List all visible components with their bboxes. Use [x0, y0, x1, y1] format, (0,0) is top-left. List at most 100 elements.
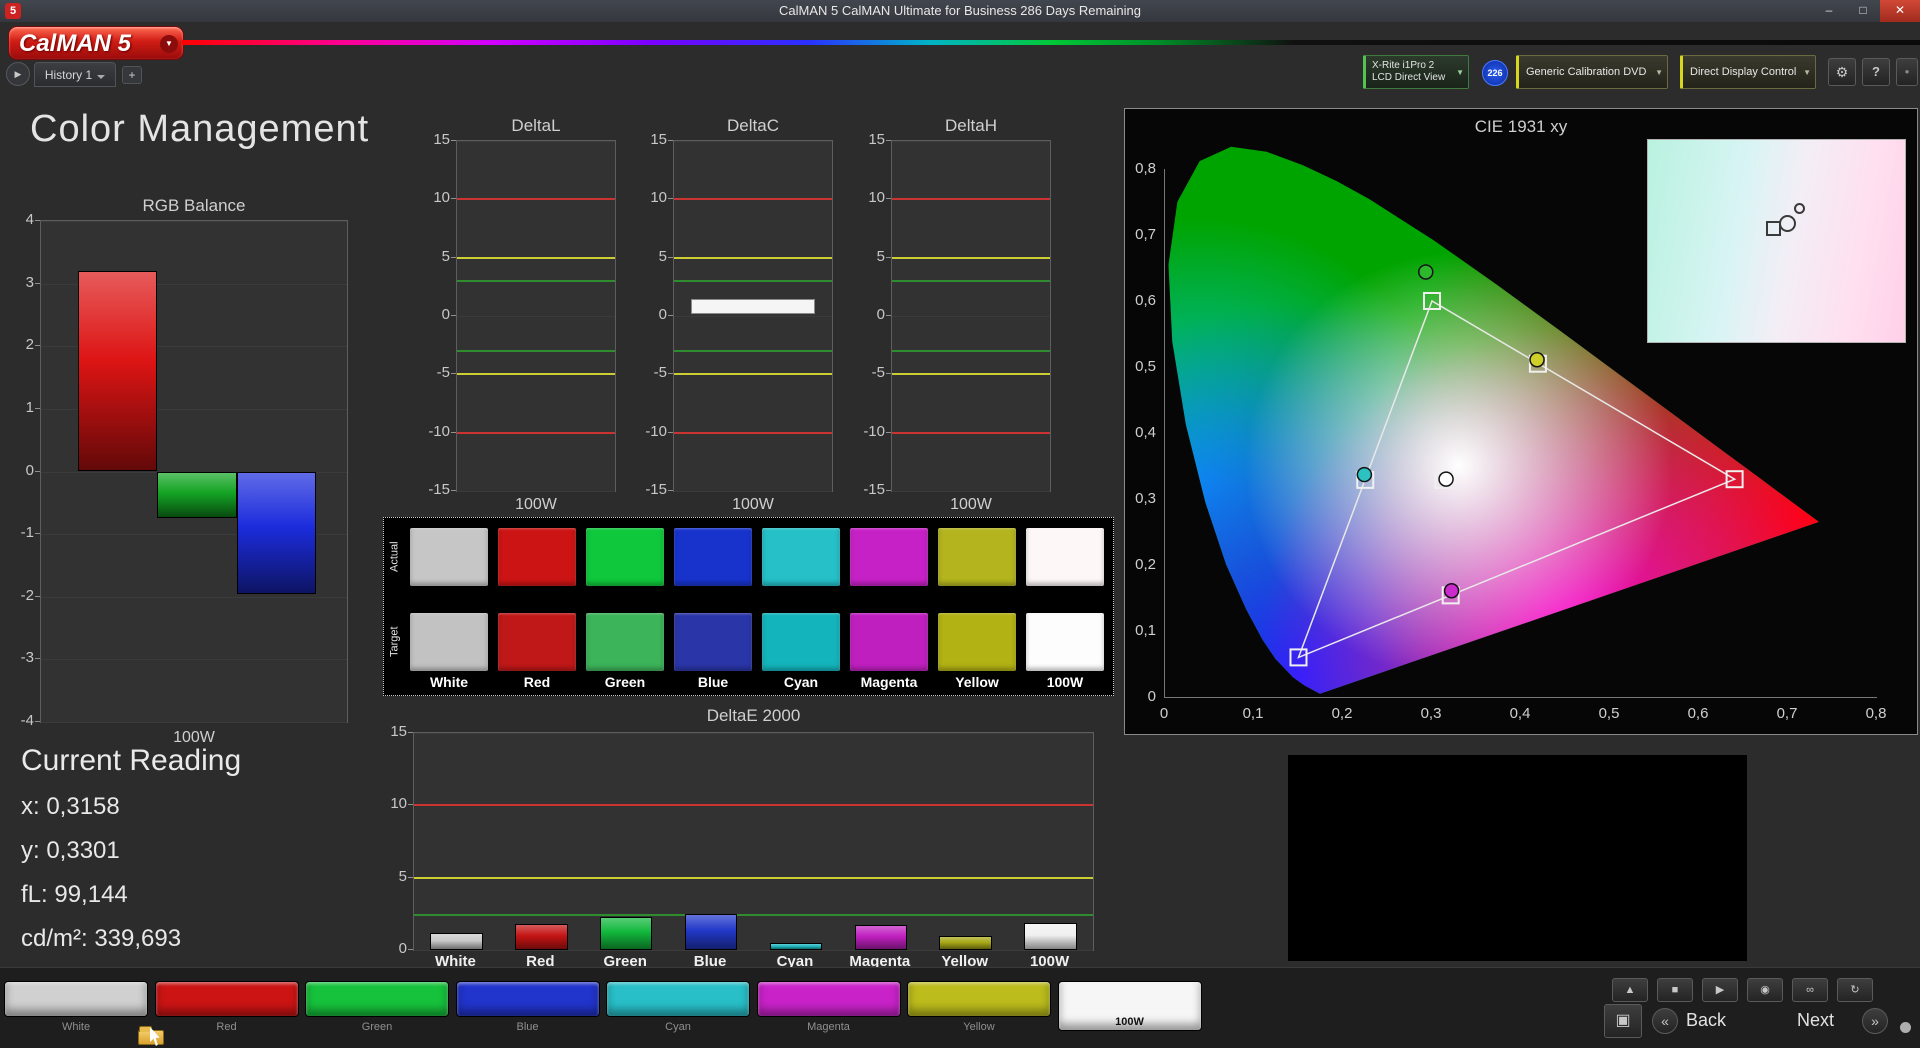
y-tick-label: -4 [0, 712, 34, 729]
back-chevron-button[interactable]: « [1652, 1008, 1678, 1034]
help-button[interactable]: ? [1862, 58, 1890, 86]
reading-x: x: 0,3158 [21, 793, 120, 821]
y-tick-label: 15 [367, 723, 407, 740]
settings-gear-button[interactable]: ⚙ [1828, 58, 1856, 86]
x-tick-label: 0,2 [1324, 705, 1360, 722]
up-button[interactable]: ▲ [1612, 978, 1648, 1002]
pattern-button-label: Green [305, 1021, 449, 1033]
meter-line1: X-Rite i1Pro 2 [1372, 60, 1452, 73]
pattern-button-cyan[interactable] [606, 981, 750, 1017]
title-bar: 5 CalMAN 5 CalMAN Ultimate for Business … [0, 0, 1920, 22]
swatch-column-label: Red [498, 674, 576, 690]
bar-100w [1024, 923, 1077, 950]
play-button[interactable]: ▶ [1702, 978, 1738, 1002]
y-tick-label: 10 [845, 189, 885, 206]
tick-mark [668, 490, 673, 491]
display-control-dropdown[interactable]: Direct Display Control ▼ [1680, 55, 1816, 89]
tick-mark [668, 432, 673, 433]
next-button[interactable]: Next [1797, 1010, 1834, 1031]
y-tick-label: -10 [627, 423, 667, 440]
swatch-target-cyan [762, 613, 840, 671]
pattern-button-white[interactable] [4, 981, 148, 1017]
chevron-down-icon[interactable]: ▼ [160, 35, 178, 53]
back-button[interactable]: Back [1686, 1010, 1726, 1031]
bar-blue [237, 472, 317, 594]
y-tick-label: 3 [0, 274, 34, 291]
meter-dropdown[interactable]: X-Rite i1Pro 2 LCD Direct View ▼ [1363, 55, 1469, 89]
delta-measured-bar [691, 299, 814, 315]
record-button[interactable]: ◉ [1747, 978, 1783, 1002]
rainbow-divider [182, 40, 1920, 45]
current-reading-title: Current Reading [21, 744, 241, 778]
x-tick-label: 0,8 [1858, 705, 1894, 722]
meter-badge[interactable]: 226 [1482, 60, 1508, 86]
bar-red [515, 924, 568, 950]
pattern-button-blue[interactable] [456, 981, 600, 1017]
tick-mark [35, 345, 40, 346]
reference-line [457, 280, 615, 282]
y-tick-label: 10 [410, 189, 450, 206]
bar-yellow [939, 936, 992, 950]
cie-1931-chart: CIE 1931 xy 00,10,20,30,40,50,60,70,800,… [1124, 108, 1918, 735]
pattern-bar: ▣ « Back Next » WhiteRedGreenBlueCyanMag… [0, 967, 1920, 1048]
bar-green [600, 917, 653, 950]
pattern-button-label: White [4, 1021, 148, 1033]
nav-arrow-button[interactable]: ▶ [6, 62, 30, 86]
bar-white [430, 933, 483, 950]
pattern-button-magenta[interactable] [757, 981, 901, 1017]
refresh-button[interactable]: ↻ [1837, 978, 1873, 1002]
pattern-button-label: Red [155, 1021, 299, 1033]
rgb-balance-chart: RGB Balance 100W -4-3-2-101234 [0, 196, 366, 756]
stop-button[interactable]: ■ [1657, 978, 1693, 1002]
x-axis-label: 100W [891, 496, 1051, 514]
delta-e-plot [413, 732, 1094, 951]
y-tick-label: 0 [845, 306, 885, 323]
y-tick-label: 0,1 [1124, 622, 1156, 639]
pattern-window-button[interactable]: ▣ [1604, 1004, 1642, 1038]
tick-mark [408, 732, 413, 733]
white-point-reference-circle [1794, 203, 1805, 214]
gridline [892, 491, 1050, 492]
next-chevron-button[interactable]: » [1862, 1008, 1888, 1034]
y-tick-label: 0 [367, 940, 407, 957]
y-tick-label: -1 [0, 524, 34, 541]
extra-toolbar-button[interactable]: ● [1896, 58, 1918, 86]
add-tab-button[interactable]: + [122, 66, 142, 84]
pattern-button-yellow[interactable] [907, 981, 1051, 1017]
calman-window: 5 CalMAN 5 CalMAN Ultimate for Business … [0, 0, 1920, 1048]
pattern-button-red[interactable] [155, 981, 299, 1017]
tick-mark [451, 315, 456, 316]
y-tick-label: 15 [410, 131, 450, 148]
tab-history-1[interactable]: History 1 [34, 62, 116, 87]
close-button[interactable]: ✕ [1880, 0, 1920, 22]
pattern-button-label: 100W [1059, 1016, 1201, 1028]
gridline [892, 141, 1050, 142]
pattern-button-label: Cyan [606, 1021, 750, 1033]
y-tick-label: -15 [410, 481, 450, 498]
reference-line [674, 198, 832, 200]
gridline [414, 950, 1093, 951]
y-tick-label: 0,2 [1124, 556, 1156, 573]
maximize-button[interactable]: □ [1846, 0, 1880, 22]
tick-mark [668, 140, 673, 141]
y-tick-label: -10 [845, 423, 885, 440]
tick-mark [408, 877, 413, 878]
y-tick-label: 0,5 [1124, 358, 1156, 375]
swatch-column-label: Blue [674, 674, 752, 690]
tick-mark [408, 949, 413, 950]
gridline [41, 597, 347, 598]
x-tick-label: 0,5 [1591, 705, 1627, 722]
y-tick-label: 5 [410, 248, 450, 265]
row-label-target: Target [387, 613, 402, 671]
minimize-button[interactable]: – [1812, 0, 1846, 22]
pattern-button-green[interactable] [305, 981, 449, 1017]
continuous-button[interactable]: ∞ [1792, 978, 1828, 1002]
calman-logo-menu[interactable]: CalMAN 5 ▼ [8, 26, 184, 60]
pattern-source-dropdown[interactable]: Generic Calibration DVD ▼ [1516, 55, 1668, 89]
swatch-target-blue [674, 613, 752, 671]
swatch-target-100w [1026, 613, 1104, 671]
pattern-button-100w[interactable]: 100W [1058, 981, 1202, 1031]
reference-line [674, 373, 832, 375]
status-led [1900, 1022, 1911, 1033]
delta-h-chart: DeltaH 100W -15-10-5051015 [861, 116, 1071, 516]
